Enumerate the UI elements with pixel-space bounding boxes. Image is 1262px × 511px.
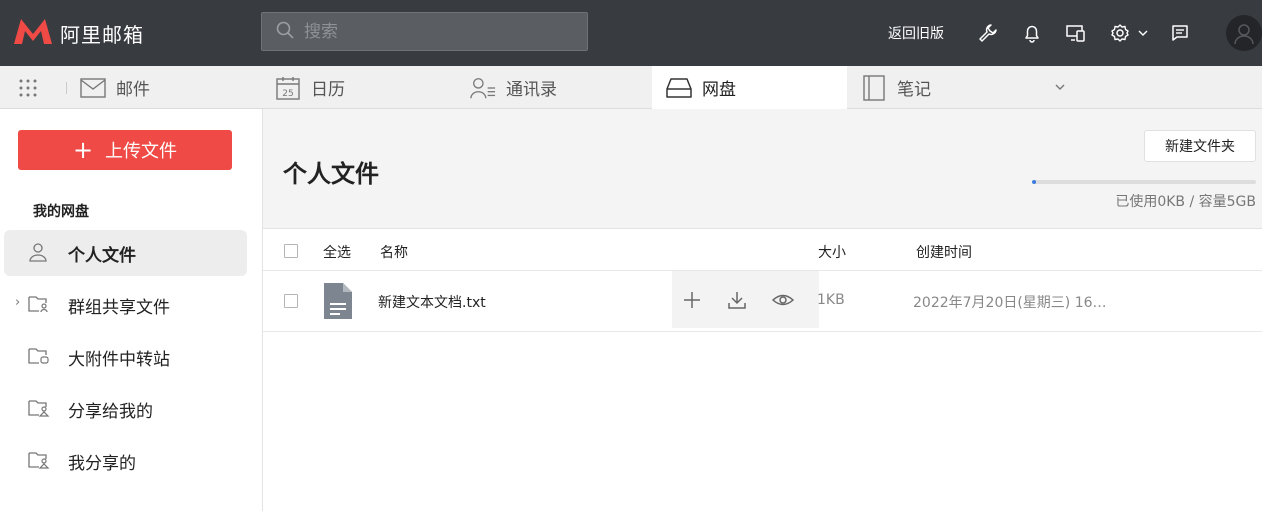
drive-icon [666, 75, 692, 101]
wrench-icon[interactable] [977, 22, 999, 44]
column-created[interactable]: 创建时间 [916, 242, 972, 262]
sidebar-item-shared-with-me[interactable]: 分享给我的 [4, 386, 247, 432]
row-actions [672, 271, 819, 328]
main-header: 个人文件 新建文件夹 已使用0KB / 容量5GB [263, 109, 1262, 229]
devices-icon[interactable] [1065, 22, 1087, 44]
text-file-icon [322, 281, 354, 325]
chevron-down-icon[interactable] [1137, 22, 1149, 44]
contacts-icon [470, 75, 496, 101]
page-title: 个人文件 [283, 160, 379, 188]
app-title: 阿里邮箱 [60, 22, 144, 47]
top-bar: 阿里邮箱 返回旧版 [0, 0, 1262, 66]
add-icon[interactable] [682, 290, 702, 310]
tab-label: 笔记 [897, 80, 931, 100]
file-size: 1KB [817, 292, 845, 308]
tab-label: 日历 [311, 80, 345, 100]
row-checkbox[interactable] [284, 294, 298, 308]
sidebar-item-large-attachments[interactable]: 大附件中转站 [4, 334, 247, 380]
tab-notes[interactable]: 笔记 [847, 66, 1042, 109]
message-icon[interactable] [1169, 22, 1191, 44]
new-folder-button[interactable]: 新建文件夹 [1144, 130, 1256, 162]
sidebar: + 上传文件 我的网盘 个人文件 › 群组共享文件 大附件中转站 分享给我的 我… [0, 109, 263, 511]
search-icon [276, 21, 294, 43]
sidebar-item-my-shares[interactable]: 我分享的 [4, 438, 247, 484]
file-table-header: 全选 名称 大小 创建时间 [263, 230, 1262, 271]
file-created-date: 2022年7月20日(星期三) 16… [913, 295, 1107, 311]
chevron-right-icon[interactable]: › [15, 295, 20, 310]
tab-label: 网盘 [702, 80, 736, 100]
storage-quota-fill [1032, 180, 1037, 184]
chevron-down-icon[interactable] [1054, 78, 1066, 97]
sidebar-item-label: 个人文件 [68, 245, 136, 266]
file-name[interactable]: 新建文本文档.txt [378, 292, 486, 312]
sidebar-item-group-shared[interactable]: › 群组共享文件 [4, 282, 247, 328]
plus-icon: + [72, 136, 94, 164]
back-old-version-link[interactable]: 返回旧版 [888, 23, 944, 43]
storage-quota-text: 已使用0KB / 容量5GB [1115, 194, 1256, 210]
gear-icon[interactable] [1109, 22, 1131, 44]
tab-drive[interactable]: 网盘 [652, 66, 847, 109]
tab-label: 邮件 [116, 80, 150, 100]
tab-label: 通讯录 [506, 80, 557, 100]
notebook-icon [861, 74, 887, 101]
select-all-checkbox[interactable] [284, 244, 298, 258]
select-all-label[interactable]: 全选 [323, 242, 351, 262]
sidebar-item-personal-files[interactable]: 个人文件 [4, 230, 247, 276]
sidebar-item-label: 群组共享文件 [68, 297, 170, 318]
download-icon[interactable] [727, 290, 747, 310]
mail-icon [80, 75, 106, 101]
logo-m-icon [12, 16, 54, 50]
tab-contacts[interactable]: 通讯录 [456, 66, 651, 109]
sidebar-item-label: 大附件中转站 [68, 349, 170, 370]
tab-mail[interactable]: 邮件 [66, 66, 261, 109]
column-size[interactable]: 大小 [818, 242, 846, 262]
user-icon [28, 242, 50, 264]
top-right-tools: 返回旧版 [888, 0, 1262, 66]
search-input[interactable] [304, 21, 564, 42]
tab-calendar[interactable]: 25 日历 [261, 66, 456, 109]
table-row[interactable]: 新建文本文档.txt 1KB 2022年7月20日(星期三) 16… [263, 271, 1262, 332]
sidebar-item-label: 我分享的 [68, 453, 136, 474]
upload-label: 上传文件 [105, 141, 178, 162]
svg-text:25: 25 [282, 89, 293, 99]
app-grid-icon[interactable] [18, 78, 38, 102]
sidebar-item-label: 分享给我的 [68, 401, 153, 422]
calendar-icon: 25 [275, 75, 301, 101]
column-name[interactable]: 名称 [380, 242, 408, 262]
module-tabs: 邮件 25 日历 通讯录 网盘 笔记 [0, 66, 1262, 109]
eye-icon[interactable] [771, 290, 795, 310]
search-box[interactable] [261, 12, 588, 51]
upload-file-button[interactable]: + 上传文件 [18, 130, 232, 170]
shared-folder-icon [28, 398, 50, 420]
storage-quota-bar [1032, 180, 1256, 184]
shared-folder-icon [28, 450, 50, 472]
app-logo[interactable]: 阿里邮箱 [12, 16, 144, 50]
sidebar-heading: 我的网盘 [33, 204, 89, 220]
avatar[interactable] [1226, 15, 1262, 51]
bell-icon[interactable] [1021, 22, 1043, 44]
group-folder-icon [28, 294, 50, 316]
attachment-folder-icon [28, 346, 50, 368]
